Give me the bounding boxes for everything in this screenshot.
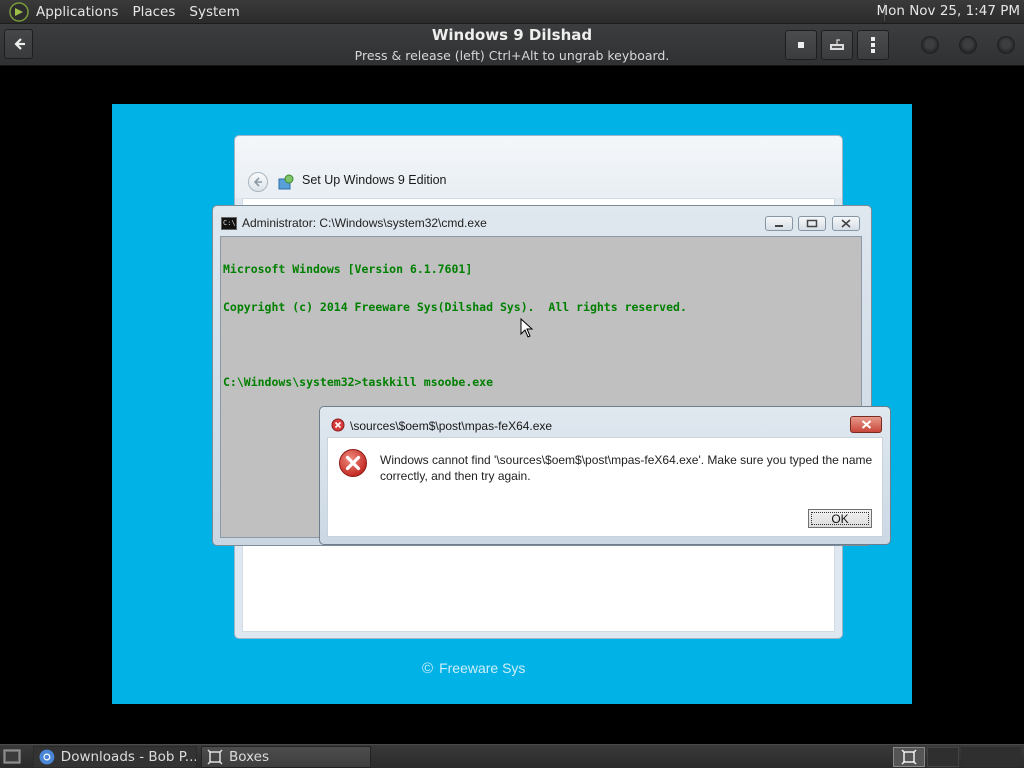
workspace-2[interactable] <box>927 747 959 767</box>
system-menu[interactable]: System <box>182 4 246 20</box>
footer-brand: © Freeware Sys <box>422 660 525 677</box>
copyright-icon: © <box>422 660 434 677</box>
task-label: Boxes <box>229 749 270 765</box>
cmd-close-button[interactable] <box>832 216 860 231</box>
close-window-button[interactable] <box>997 36 1015 54</box>
console-line: Copyright (c) 2014 Freeware Sys(Dilshad … <box>223 299 687 314</box>
restore-icon <box>806 219 818 228</box>
chrome-icon <box>39 749 55 765</box>
task-label: Downloads - Bob P... <box>60 749 196 765</box>
setup-title: Set Up Windows 9 Edition <box>302 173 447 187</box>
task-downloads[interactable]: Downloads - Bob P... <box>33 746 197 768</box>
properties-menu-button[interactable] <box>857 30 889 60</box>
ok-button[interactable]: OK <box>808 509 872 528</box>
workspace-1[interactable] <box>893 747 925 767</box>
mouse-cursor-icon <box>520 318 534 338</box>
footer-brand-text: Freeware Sys <box>439 660 526 676</box>
error-close-button[interactable] <box>850 416 882 433</box>
setup-icon <box>278 174 294 190</box>
error-icon <box>339 449 367 477</box>
bottom-taskbar: Downloads - Bob P... Boxes <box>0 744 1024 768</box>
distro-logo-icon[interactable] <box>9 1 29 22</box>
setup-titlebar: Set Up Windows 9 Edition <box>235 136 842 198</box>
minimize-window-button[interactable] <box>921 36 939 54</box>
vertical-dots-icon <box>871 37 875 53</box>
console-icon: C:\ <box>221 217 237 230</box>
guest-display[interactable]: Set Up Windows 9 Edition © Freeware Sys C… <box>112 104 912 704</box>
places-menu[interactable]: Places <box>125 4 182 20</box>
maximize-window-button[interactable] <box>959 36 977 54</box>
close-icon <box>841 219 851 228</box>
keyboard-icon <box>830 39 844 50</box>
send-keys-button[interactable] <box>821 30 853 60</box>
stop-button[interactable] <box>785 30 817 60</box>
minimize-icon <box>775 224 783 227</box>
show-desktop-icon[interactable] <box>3 748 21 765</box>
cmd-titlebar[interactable]: C:\ Administrator: C:\Windows\system32\c… <box>213 206 871 236</box>
stop-icon <box>798 42 804 48</box>
error-dialog-body: Windows cannot find '\sources\$oem$\post… <box>327 437 883 537</box>
cmd-window[interactable]: C:\ Administrator: C:\Windows\system32\c… <box>212 205 891 546</box>
console-line: C:\Windows\system32>taskkill msoobe.exe <box>223 374 494 389</box>
cmd-maximize-button[interactable] <box>798 216 826 231</box>
setup-back-button[interactable] <box>248 172 268 192</box>
boxes-header-bar: Windows 9 Dilshad Press & release (left)… <box>0 24 1024 66</box>
console-line: Microsoft Windows [Version 6.1.7601] <box>223 262 473 276</box>
applications-menu[interactable]: Applications <box>29 4 125 20</box>
cmd-title: Administrator: C:\Windows\system32\cmd.e… <box>242 216 487 230</box>
error-icon <box>331 418 345 432</box>
error-dialog[interactable]: \sources\$oem$\post\mpas-feX64.exe Windo… <box>319 406 891 545</box>
close-icon <box>861 420 871 429</box>
cmd-minimize-button[interactable] <box>765 216 793 231</box>
boxes-icon <box>207 749 223 765</box>
top-panel: Applications Places System Mon Nov 25, 1… <box>0 0 1024 24</box>
error-message: Windows cannot find '\sources\$oem$\post… <box>380 453 873 483</box>
boxes-icon <box>901 749 917 765</box>
task-boxes[interactable]: Boxes <box>201 746 371 768</box>
error-dialog-title: \sources\$oem$\post\mpas-feX64.exe <box>350 419 553 433</box>
clock[interactable]: Mon Nov 25, 1:47 PM <box>876 3 1020 19</box>
tray-area <box>961 747 1021 767</box>
arrow-left-icon <box>253 177 262 187</box>
